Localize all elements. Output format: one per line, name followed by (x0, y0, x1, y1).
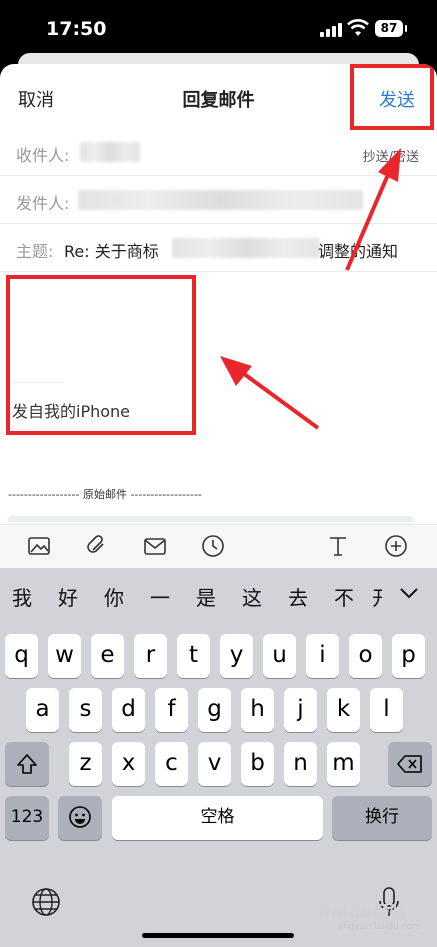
subject-field[interactable]: 主题: Re: 关于商标 调整的通知 (0, 224, 437, 272)
key-p[interactable]: p (392, 634, 425, 678)
subject-text-end: 调整的通知 (318, 242, 399, 261)
candidate-item[interactable]: 你 (104, 582, 124, 611)
clock-icon[interactable] (200, 533, 226, 559)
candidate-bar: 我 好 你 一 是 这 去 不 开 (0, 568, 437, 624)
watermark: Baidu经验 (318, 903, 407, 923)
candidate-item[interactable]: 是 (196, 582, 216, 611)
wifi-icon (347, 19, 369, 36)
key-s[interactable]: s (69, 688, 102, 732)
emoji-key[interactable] (58, 796, 102, 840)
key-g[interactable]: g (198, 688, 231, 732)
status-time: 17:50 (46, 18, 107, 40)
original-mail-divider: ------------------ 原始邮件 ----------------… (8, 488, 202, 501)
redacted-recipient (80, 142, 140, 162)
candidate-item[interactable]: 不 (334, 582, 354, 611)
key-w[interactable]: w (48, 634, 81, 678)
key-q[interactable]: q (5, 634, 38, 678)
key-n[interactable]: n (284, 742, 317, 786)
shift-icon (17, 754, 37, 774)
key-o[interactable]: o (349, 634, 382, 678)
key-z[interactable]: z (69, 742, 102, 786)
from-label: 发件人: (16, 194, 70, 213)
candidate-item[interactable]: 一 (150, 582, 170, 611)
key-l[interactable]: l (370, 688, 403, 732)
body-highlight-box (6, 275, 196, 435)
reply-sheet: 取消 回复邮件 发送 收件人: 抄送/密送 发件人: 主题: Re: 关于商标 … (0, 64, 437, 947)
emoji-icon (69, 806, 91, 828)
format-toolbar (0, 524, 437, 569)
mail-icon[interactable] (142, 533, 168, 559)
key-h[interactable]: h (241, 688, 274, 732)
key-d[interactable]: d (112, 688, 145, 732)
cc-bcc-button[interactable]: 抄送/密送 (363, 146, 419, 165)
key-x[interactable]: x (112, 742, 145, 786)
key-k[interactable]: k (327, 688, 360, 732)
key-m[interactable]: m (327, 742, 360, 786)
watermark-url: jingyan.baidu.com (338, 922, 422, 932)
candidate-item[interactable]: 这 (242, 582, 262, 611)
key-y[interactable]: y (220, 634, 253, 678)
battery-icon: 87 (375, 20, 407, 37)
backspace-icon (397, 755, 422, 773)
key-f[interactable]: f (155, 688, 188, 732)
attachment-icon[interactable] (84, 533, 110, 559)
image-icon[interactable] (26, 533, 52, 559)
key-a[interactable]: a (26, 688, 59, 732)
key-e[interactable]: e (91, 634, 124, 678)
key-u[interactable]: u (263, 634, 296, 678)
home-indicator (142, 933, 294, 938)
redacted-sender (78, 190, 363, 210)
candidate-item[interactable]: 去 (288, 582, 308, 611)
candidate-item[interactable]: 好 (58, 582, 78, 611)
shift-key[interactable] (5, 742, 49, 786)
to-label: 收件人: (16, 146, 70, 165)
send-highlight-box (350, 64, 434, 130)
status-bar: 17:50 87 (0, 0, 437, 60)
numbers-key[interactable]: 123 (5, 796, 49, 840)
key-b[interactable]: b (241, 742, 274, 786)
chevron-down-icon[interactable] (398, 586, 420, 600)
key-i[interactable]: i (306, 634, 339, 678)
key-r[interactable]: r (134, 634, 167, 678)
add-icon[interactable] (383, 533, 409, 559)
key-t[interactable]: t (177, 634, 210, 678)
candidate-item[interactable]: 我 (12, 582, 32, 611)
subject-label: 主题: (16, 242, 54, 261)
key-c[interactable]: c (155, 742, 188, 786)
keyboard: 我 好 你 一 是 这 去 不 开 q w e r t y u i o p a … (0, 568, 437, 947)
from-field[interactable]: 发件人: (0, 176, 437, 224)
key-v[interactable]: v (198, 742, 231, 786)
quoted-mail-edge (8, 516, 414, 522)
to-field[interactable]: 收件人: 抄送/密送 (0, 128, 437, 176)
key-j[interactable]: j (284, 688, 317, 732)
redacted-subject (172, 238, 320, 258)
cellular-signal-icon (320, 23, 342, 37)
globe-icon[interactable] (30, 886, 62, 918)
return-key[interactable]: 换行 (332, 796, 432, 840)
subject-text-start: Re: 关于商标 (64, 242, 159, 261)
delete-key[interactable] (388, 742, 432, 786)
space-key[interactable]: 空格 (112, 796, 323, 840)
candidate-item[interactable]: 开 (372, 582, 382, 611)
text-format-icon[interactable] (325, 533, 351, 559)
